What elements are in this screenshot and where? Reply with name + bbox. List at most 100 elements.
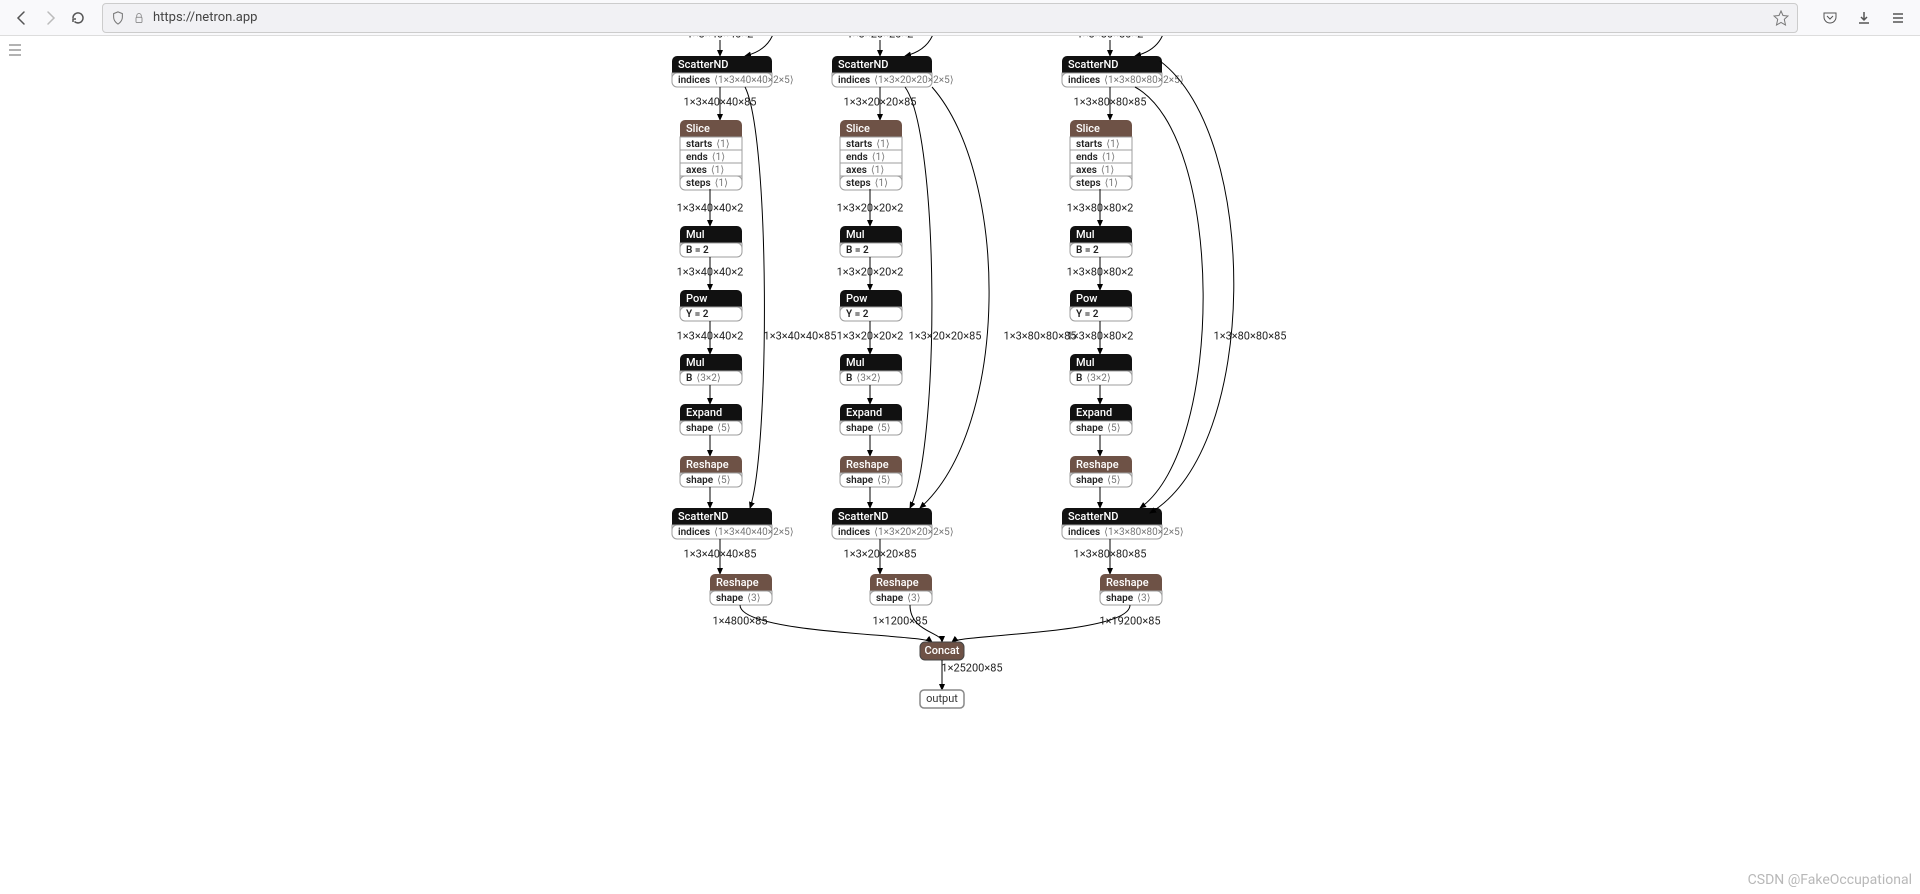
- slice-node[interactable]: Slice: [840, 120, 902, 137]
- node-param[interactable]: starts⟨1⟩: [680, 137, 742, 151]
- edge-label: 1×3×40×40×2: [677, 330, 744, 343]
- pocket-button[interactable]: [1816, 4, 1844, 32]
- node-param[interactable]: Y = 2: [840, 307, 902, 321]
- reshape-node[interactable]: Reshape: [1100, 574, 1162, 591]
- node-param[interactable]: indices⟨1×3×80×80×2×5⟩: [1062, 73, 1184, 87]
- node-param[interactable]: axes⟨1⟩: [1070, 163, 1132, 177]
- browser-toolbar: https://netron.app: [0, 0, 1920, 36]
- node-param[interactable]: starts⟨1⟩: [840, 137, 902, 151]
- node-param[interactable]: indices⟨1×3×20×20×2×5⟩: [832, 525, 954, 539]
- node-param[interactable]: shape⟨5⟩: [680, 421, 742, 435]
- edge-label: 1×25200×85: [941, 662, 1002, 675]
- node-param[interactable]: ends⟨1⟩: [840, 150, 902, 164]
- node-param[interactable]: indices⟨1×3×40×40×2×5⟩: [672, 73, 794, 87]
- lock-icon: [133, 12, 145, 24]
- reshape-node[interactable]: Reshape: [680, 456, 742, 473]
- edge-label: 1×3×40×40×2: [677, 202, 744, 215]
- back-button[interactable]: [8, 4, 36, 32]
- node-param[interactable]: ends⟨1⟩: [680, 150, 742, 164]
- menu-button[interactable]: [1884, 4, 1912, 32]
- reshape-node[interactable]: Reshape: [710, 574, 772, 591]
- reshape-node[interactable]: Reshape: [1070, 456, 1132, 473]
- node-param[interactable]: steps⟨1⟩: [840, 176, 902, 190]
- node-param[interactable]: starts⟨1⟩: [1070, 137, 1132, 151]
- svg-text:indices⟨1×3×20×20×2×5⟩: indices⟨1×3×20×20×2×5⟩: [838, 527, 954, 538]
- scatternd-node[interactable]: ScatterND: [1062, 56, 1162, 73]
- edge-label: 1×3×20×20×2: [837, 266, 904, 279]
- svg-text:ScatterND: ScatterND: [678, 510, 728, 523]
- edge-label: 1×3×20×20×2: [837, 330, 904, 343]
- mul-node[interactable]: Mul: [680, 354, 742, 371]
- scatternd-node[interactable]: ScatterND: [832, 508, 932, 525]
- expand-node[interactable]: Expand: [1070, 404, 1132, 421]
- node-param[interactable]: shape⟨5⟩: [1070, 473, 1132, 487]
- url-bar[interactable]: https://netron.app: [102, 3, 1798, 33]
- node-param[interactable]: ends⟨1⟩: [1070, 150, 1132, 164]
- mul-node[interactable]: Mul: [840, 226, 902, 243]
- node-param[interactable]: B = 2: [680, 243, 742, 257]
- node-param[interactable]: shape⟨3⟩: [1100, 591, 1162, 605]
- scatternd-node[interactable]: ScatterND: [832, 56, 932, 73]
- node-param[interactable]: indices⟨1×3×80×80×2×5⟩: [1062, 525, 1184, 539]
- netron-menu-button[interactable]: [8, 44, 22, 56]
- svg-text:ScatterND: ScatterND: [678, 58, 728, 71]
- reload-button[interactable]: [64, 4, 92, 32]
- pow-node[interactable]: Pow: [840, 290, 902, 307]
- node-param[interactable]: steps⟨1⟩: [680, 176, 742, 190]
- node-param[interactable]: B⟨3×2⟩: [1070, 371, 1132, 385]
- edge-label: 1×4800×85: [712, 615, 767, 628]
- svg-text:shape⟨5⟩: shape⟨5⟩: [846, 423, 891, 434]
- mul-node[interactable]: Mul: [1070, 226, 1132, 243]
- pow-node[interactable]: Pow: [1070, 290, 1132, 307]
- expand-node[interactable]: Expand: [840, 404, 902, 421]
- mul-node[interactable]: Mul: [1070, 354, 1132, 371]
- svg-text:B⟨3×2⟩: B⟨3×2⟩: [1076, 373, 1111, 384]
- node-param[interactable]: shape⟨3⟩: [870, 591, 932, 605]
- node-param[interactable]: steps⟨1⟩: [1070, 176, 1132, 190]
- svg-text:ScatterND: ScatterND: [1068, 58, 1118, 71]
- reshape-node[interactable]: Reshape: [870, 574, 932, 591]
- node-param[interactable]: B = 2: [840, 243, 902, 257]
- svg-text:B⟨3×2⟩: B⟨3×2⟩: [846, 373, 881, 384]
- scatternd-node[interactable]: ScatterND: [672, 508, 772, 525]
- forward-button[interactable]: [36, 4, 64, 32]
- node-param[interactable]: shape⟨5⟩: [840, 421, 902, 435]
- node-param[interactable]: B⟨3×2⟩: [680, 371, 742, 385]
- svg-text:Pow: Pow: [686, 292, 707, 305]
- node-param[interactable]: B = 2: [1070, 243, 1132, 257]
- node-param[interactable]: shape⟨3⟩: [710, 591, 772, 605]
- output-node[interactable]: output: [920, 690, 964, 708]
- svg-text:B = 2: B = 2: [846, 245, 869, 256]
- svg-text:steps⟨1⟩: steps⟨1⟩: [846, 178, 888, 189]
- svg-text:axes⟨1⟩: axes⟨1⟩: [1076, 165, 1114, 176]
- slice-node[interactable]: Slice: [1070, 120, 1132, 137]
- svg-text:indices⟨1×3×80×80×2×5⟩: indices⟨1×3×80×80×2×5⟩: [1068, 75, 1184, 86]
- node-param[interactable]: B⟨3×2⟩: [840, 371, 902, 385]
- node-param[interactable]: indices⟨1×3×40×40×2×5⟩: [672, 525, 794, 539]
- node-param[interactable]: indices⟨1×3×20×20×2×5⟩: [832, 73, 954, 87]
- node-param[interactable]: Y = 2: [1070, 307, 1132, 321]
- scatternd-node[interactable]: ScatterND: [1062, 508, 1162, 525]
- node-param[interactable]: axes⟨1⟩: [840, 163, 902, 177]
- node-param[interactable]: shape⟨5⟩: [840, 473, 902, 487]
- slice-node[interactable]: Slice: [680, 120, 742, 137]
- model-graph[interactable]: 1×3×40×40×2 ScatterND indices⟨1×3×40×40×2×…: [180, 36, 1740, 776]
- svg-text:Concat: Concat: [925, 644, 960, 657]
- svg-text:Mul: Mul: [686, 356, 705, 369]
- scatternd-node[interactable]: ScatterND: [672, 56, 772, 73]
- svg-text:steps⟨1⟩: steps⟨1⟩: [686, 178, 728, 189]
- node-param[interactable]: shape⟨5⟩: [1070, 421, 1132, 435]
- star-icon[interactable]: [1773, 10, 1789, 26]
- node-param[interactable]: shape⟨5⟩: [680, 473, 742, 487]
- svg-text:shape⟨3⟩: shape⟨3⟩: [876, 593, 921, 604]
- mul-node[interactable]: Mul: [680, 226, 742, 243]
- node-param[interactable]: Y = 2: [680, 307, 742, 321]
- svg-text:indices⟨1×3×40×40×2×5⟩: indices⟨1×3×40×40×2×5⟩: [678, 527, 794, 538]
- reshape-node[interactable]: Reshape: [840, 456, 902, 473]
- mul-node[interactable]: Mul: [840, 354, 902, 371]
- pow-node[interactable]: Pow: [680, 290, 742, 307]
- concat-node[interactable]: Concat: [920, 642, 964, 660]
- download-button[interactable]: [1850, 4, 1878, 32]
- expand-node[interactable]: Expand: [680, 404, 742, 421]
- node-param[interactable]: axes⟨1⟩: [680, 163, 742, 177]
